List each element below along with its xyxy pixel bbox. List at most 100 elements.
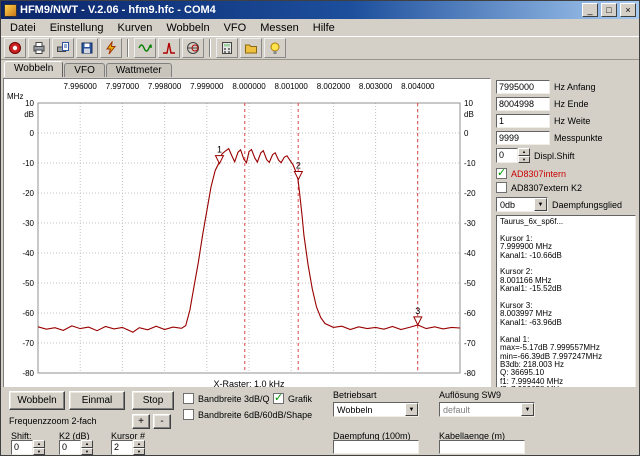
- spinner-arrows-icon[interactable]: ▲▼: [81, 440, 93, 455]
- shift-spinner[interactable]: 0 ▲▼: [11, 440, 45, 455]
- tab-wattmeter[interactable]: Wattmeter: [106, 63, 172, 77]
- messpunkte-input[interactable]: [496, 131, 550, 145]
- betriebsart-value: Wobbeln: [334, 405, 405, 415]
- spinner-arrows-icon[interactable]: ▲▼: [133, 440, 145, 455]
- lamp-icon[interactable]: [264, 38, 286, 58]
- svg-text:7.999000: 7.999000: [190, 82, 224, 91]
- svg-text:-40: -40: [464, 249, 476, 258]
- zoom-out-button[interactable]: -: [153, 414, 171, 429]
- record-icon[interactable]: [4, 38, 26, 58]
- svg-text:-50: -50: [464, 279, 476, 288]
- aufloesung-select[interactable]: default ▼: [439, 402, 535, 417]
- toolbar-separator: [127, 39, 129, 57]
- print-icon[interactable]: [28, 38, 50, 58]
- svg-text:0: 0: [464, 129, 469, 138]
- ad8307intern-checkbox[interactable]: [496, 168, 507, 179]
- svg-text:8.004000: 8.004000: [401, 82, 435, 91]
- spinner-arrows-icon[interactable]: ▲▼: [518, 148, 530, 163]
- grafik-label: Grafik: [288, 394, 312, 404]
- svg-text:-60: -60: [464, 309, 476, 318]
- ad8307extern-checkbox[interactable]: [496, 182, 507, 193]
- menu-kurven[interactable]: Kurven: [111, 20, 160, 36]
- print-page-icon[interactable]: [52, 38, 74, 58]
- chevron-down-icon[interactable]: ▼: [405, 403, 418, 416]
- svg-text:-70: -70: [464, 339, 476, 348]
- svg-text:1: 1: [217, 145, 222, 155]
- aufloesung-value: default: [440, 405, 521, 415]
- sweep-chart[interactable]: 7.9960007.9970007.9980007.9990008.000000…: [3, 78, 491, 392]
- hz-ende-input[interactable]: [496, 97, 550, 111]
- svg-text:-40: -40: [22, 249, 34, 258]
- kursor-spinner[interactable]: 2 ▲▼: [111, 440, 145, 455]
- svg-text:2: 2: [296, 161, 301, 171]
- svg-text:-70: -70: [22, 339, 34, 348]
- wobbeln-button[interactable]: Wobbeln: [9, 391, 65, 410]
- title-bar[interactable]: HFM9/NWT - V.2.06 - hfm9.hfc - COM4 _ □ …: [1, 1, 639, 19]
- svg-text:8.000000: 8.000000: [232, 82, 266, 91]
- bandbreite-3db-label: Bandbreite 3dB/Q: [198, 394, 270, 404]
- minimize-button[interactable]: _: [582, 3, 598, 17]
- tab-vfo[interactable]: VFO: [64, 63, 105, 77]
- menu-datei[interactable]: Datei: [3, 20, 43, 36]
- einmal-button[interactable]: Einmal: [69, 391, 125, 410]
- calculator-icon[interactable]: [216, 38, 238, 58]
- daempfung-input[interactable]: [333, 440, 419, 454]
- menu-wobbeln[interactable]: Wobbeln: [159, 20, 216, 36]
- menu-vfo[interactable]: VFO: [217, 20, 254, 36]
- app-icon: [4, 4, 17, 17]
- chevron-down-icon[interactable]: ▼: [534, 198, 547, 211]
- displ-shift-value: 0: [496, 148, 518, 163]
- spectrum-icon[interactable]: [158, 38, 180, 58]
- betriebsart-select[interactable]: Wobbeln ▼: [333, 402, 419, 417]
- svg-text:8.003000: 8.003000: [359, 82, 393, 91]
- svg-text:10: 10: [25, 99, 34, 108]
- svg-text:-50: -50: [22, 279, 34, 288]
- kabellaenge-input[interactable]: [439, 440, 525, 454]
- svg-text:-20: -20: [22, 189, 34, 198]
- svg-text:MHz: MHz: [7, 92, 23, 101]
- ad8307extern-label: AD8307extern K2: [511, 183, 582, 193]
- menu-einstellung[interactable]: Einstellung: [43, 20, 111, 36]
- tab-wobbeln[interactable]: Wobbeln: [4, 61, 63, 77]
- daempfungsglied-select[interactable]: 0db ▼: [496, 197, 548, 212]
- hz-anfang-input[interactable]: [496, 80, 550, 94]
- smith-chart-icon[interactable]: [182, 38, 204, 58]
- menu-hilfe[interactable]: Hilfe: [306, 20, 342, 36]
- maximize-button[interactable]: □: [601, 3, 617, 17]
- sweep-settings-panel: Hz Anfang Hz Ende Hz Weite Messpunkte 0 …: [491, 77, 639, 393]
- svg-text:3: 3: [415, 306, 420, 316]
- betriebsart-label: Betriebsart: [333, 390, 377, 400]
- sine-wave-icon[interactable]: [134, 38, 156, 58]
- svg-text:-10: -10: [464, 159, 476, 168]
- svg-text:-30: -30: [22, 219, 34, 228]
- svg-text:7.996000: 7.996000: [64, 82, 98, 91]
- spinner-arrows-icon[interactable]: ▲▼: [33, 440, 45, 455]
- bottom-control-panel: Wobbeln Einmal Stop Frequenzzoom 2-fach …: [1, 387, 639, 455]
- zoom-in-button[interactable]: +: [132, 414, 150, 429]
- shift-value: 0: [11, 440, 33, 455]
- kursor-value: 2: [111, 440, 133, 455]
- stop-button[interactable]: Stop: [132, 391, 174, 410]
- measurement-results-listbox[interactable]: Taurus_6x_sp6f... Kursor 1: 7.999900 MHz…: [496, 215, 636, 405]
- zap-icon[interactable]: [100, 38, 122, 58]
- bandbreite-3db-checkbox[interactable]: [183, 393, 194, 404]
- bandbreite-6db-label: Bandbreite 6dB/60dB/Shape: [198, 410, 312, 420]
- displ-shift-spinner[interactable]: 0 ▲▼: [496, 148, 530, 163]
- k2-spinner[interactable]: 0 ▲▼: [59, 440, 93, 455]
- folder-icon[interactable]: [240, 38, 262, 58]
- app-window: HFM9/NWT - V.2.06 - hfm9.hfc - COM4 _ □ …: [0, 0, 640, 456]
- bandbreite-6db-checkbox[interactable]: [183, 409, 194, 420]
- menu-messen[interactable]: Messen: [253, 20, 306, 36]
- svg-text:-10: -10: [22, 159, 34, 168]
- messpunkte-label: Messpunkte: [554, 133, 603, 143]
- tab-strip: Wobbeln VFO Wattmeter: [1, 60, 639, 77]
- close-button[interactable]: ×: [620, 3, 636, 17]
- save-icon[interactable]: [76, 38, 98, 58]
- k2-value: 0: [59, 440, 81, 455]
- chevron-down-icon[interactable]: ▼: [521, 403, 534, 416]
- svg-text:8.002000: 8.002000: [317, 82, 351, 91]
- toolbar: [1, 36, 639, 60]
- hz-weite-input[interactable]: [496, 114, 550, 128]
- svg-text:-60: -60: [22, 309, 34, 318]
- grafik-checkbox[interactable]: [273, 393, 284, 404]
